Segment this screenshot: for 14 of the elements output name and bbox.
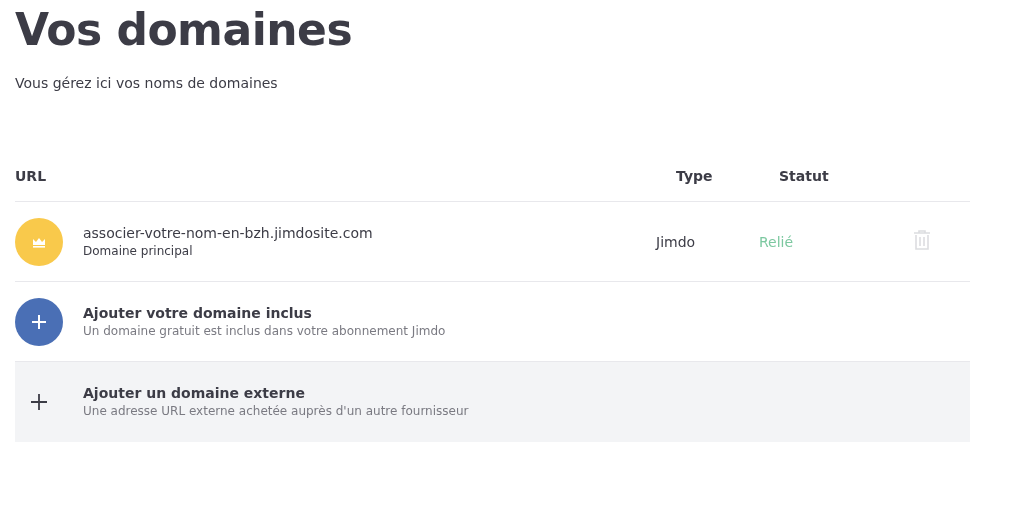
add-icon[interactable]	[15, 297, 63, 346]
domain-type: Jimdo	[656, 233, 697, 250]
domain-name: associer-votre-nom-en-bzh.jimdosite.com	[83, 225, 374, 241]
column-header: Statut	[779, 168, 829, 184]
page-title: Vos domaines	[15, 4, 354, 55]
column-header: URL	[15, 168, 48, 184]
page-subtitle: Vous gérez ici vos noms de domaines	[15, 75, 279, 91]
add-domain-title: Ajouter un domaine externe	[83, 385, 306, 401]
domain-status: Relié	[759, 233, 795, 250]
add-domain-title: Ajouter votre domaine inclus	[83, 305, 313, 321]
domain-description: Domaine principal	[83, 244, 194, 258]
column-header: Type	[676, 168, 714, 184]
domain-description: Un domaine gratuit est inclus dans votre abonnement Jimdo	[83, 324, 447, 338]
domain-description: Une adresse URL externe achetée auprès d'un autre fournisseur	[83, 404, 470, 418]
